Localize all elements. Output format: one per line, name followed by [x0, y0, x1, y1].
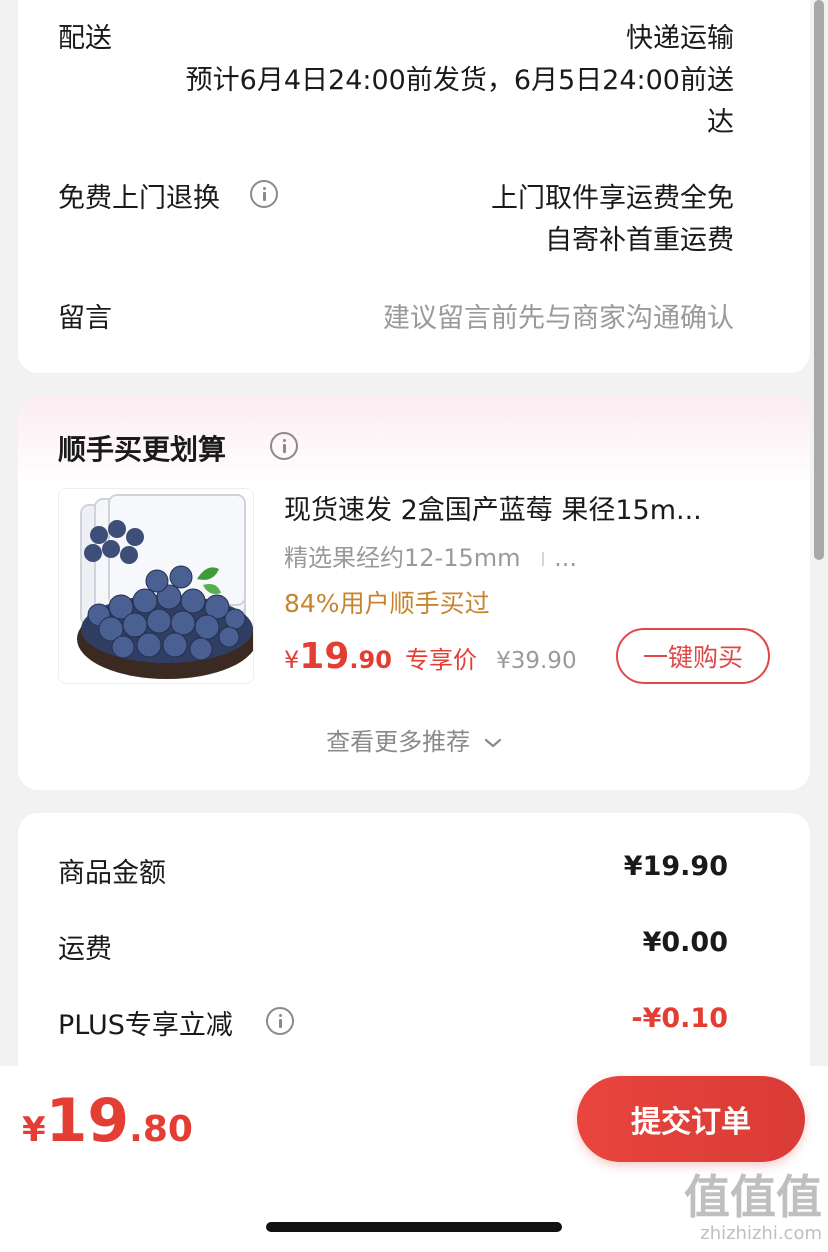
- plus-discount-label: PLUS专享立减: [58, 1010, 233, 1041]
- total-price-integer: 19: [45, 1086, 130, 1156]
- product-name[interactable]: 现货速发 2盒国产蓝莓 果径15m...: [284, 488, 702, 527]
- blueberry-image: [59, 489, 253, 683]
- info-icon[interactable]: [250, 180, 278, 208]
- total-price-symbol: ¥: [22, 1110, 46, 1150]
- product-spec: 精选果经约12-15mm ...: [284, 538, 577, 573]
- spec-divider: [542, 552, 545, 566]
- delivery-estimate-line1: 预计6月4日24:00前发货，6月5日24:00前送: [185, 65, 734, 96]
- price-integer: 19: [299, 636, 350, 677]
- plus-discount-value: -¥0.10: [631, 1003, 728, 1034]
- info-icon[interactable]: [270, 432, 298, 460]
- info-icon[interactable]: [266, 1007, 294, 1035]
- return-label: 免费上门退换: [58, 183, 220, 214]
- home-indicator: [266, 1222, 562, 1232]
- return-line2: 自寄补首重运费: [545, 225, 734, 256]
- delivery-estimate-line2: 达: [707, 107, 734, 138]
- shipping-fee-label: 运费: [58, 934, 112, 965]
- submit-order-button[interactable]: 提交订单: [577, 1076, 805, 1162]
- original-price: ¥39.90: [496, 648, 577, 674]
- total-price-decimal: .80: [129, 1109, 193, 1150]
- product-image[interactable]: [58, 488, 254, 684]
- product-price: ¥19.90 专享价 ¥39.90: [284, 636, 577, 677]
- bought-hint: 84%用户顺手买过: [284, 589, 490, 618]
- product-spec-more: ...: [554, 544, 578, 572]
- goods-amount-label: 商品金额: [58, 858, 166, 889]
- chevron-down-icon: [484, 738, 501, 748]
- return-line1: 上门取件享运费全免: [491, 183, 734, 214]
- scrollbar[interactable]: [814, 0, 824, 560]
- price-decimal: .90: [349, 646, 392, 674]
- delivery-method: 快递运输: [626, 23, 734, 54]
- shipping-fee-value: ¥0.00: [642, 927, 728, 958]
- watermark-site: zhizhizhi.com: [700, 1223, 822, 1244]
- product-spec-text: 精选果经约12-15mm: [284, 544, 521, 572]
- note-input[interactable]: 建议留言前先与商家沟通确认: [383, 296, 734, 335]
- delivery-label: 配送: [58, 23, 112, 54]
- addon-title: 顺手买更划算: [58, 433, 227, 466]
- goods-amount-value: ¥19.90: [623, 851, 728, 882]
- more-recommendations-link[interactable]: 查看更多推荐: [18, 722, 810, 757]
- addon-card: 顺手买更划算 现货速发 2盒国产蓝莓 果径15m... 精选果经约12-15mm…: [18, 396, 810, 790]
- one-click-buy-button[interactable]: 一键购买: [616, 628, 770, 684]
- price-symbol: ¥: [284, 646, 300, 674]
- total-price: ¥19.80: [22, 1086, 193, 1156]
- note-label: 留言: [58, 303, 112, 334]
- watermark-logo: 值值值: [684, 1170, 822, 1224]
- more-recommendations-label: 查看更多推荐: [326, 728, 471, 756]
- delivery-card: 配送 快递运输 预计6月4日24:00前发货，6月5日24:00前送 达 免费上…: [18, 0, 810, 373]
- watermark: 值值值 zhizhizhi.com: [684, 1171, 822, 1244]
- price-tag: 专享价: [405, 646, 477, 674]
